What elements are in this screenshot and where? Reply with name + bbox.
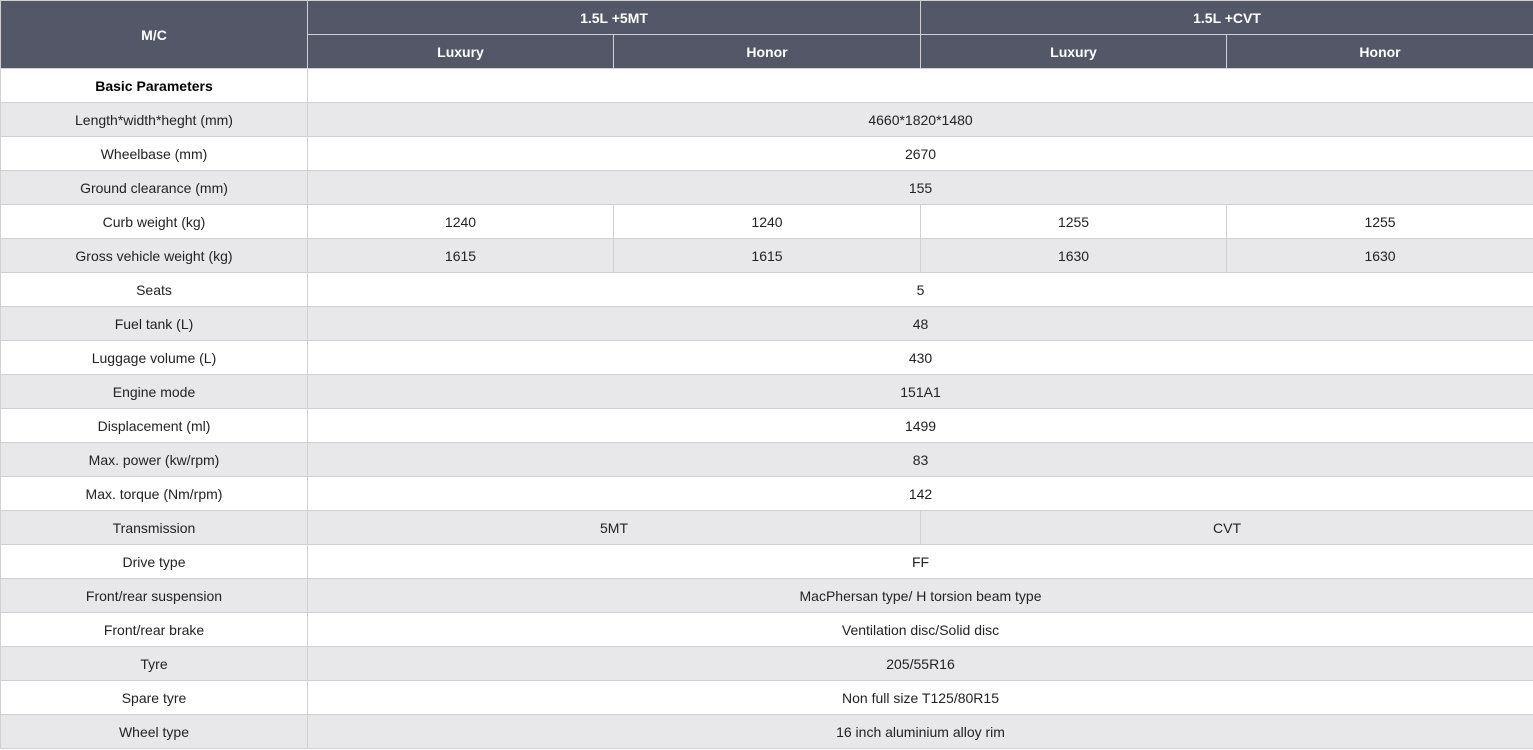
row-value-5mt-luxury: 1240 bbox=[307, 204, 614, 239]
row-value: FF bbox=[306, 544, 1533, 579]
row-label: Seats bbox=[0, 272, 308, 307]
spec-table: M/C 1.5L +5MT 1.5L +CVT Luxury Honor Lux… bbox=[0, 0, 1533, 749]
row-value: 205/55R16 bbox=[306, 646, 1533, 681]
header-row-groups: M/C 1.5L +5MT 1.5L +CVT bbox=[0, 0, 1533, 69]
row-value-cvt: CVT bbox=[920, 510, 1533, 545]
row-value-5mt-honor: 1240 bbox=[612, 204, 922, 239]
row-value: 430 bbox=[306, 340, 1533, 375]
row-value: 151A1 bbox=[306, 374, 1533, 409]
row-value: 16 inch aluminium alloy rim bbox=[306, 714, 1533, 749]
table-row-gross-weight: Gross vehicle weight (kg) 1615 1615 1630… bbox=[0, 238, 1533, 273]
table-row-seats: Seats 5 bbox=[0, 272, 1533, 307]
table-row-suspension: Front/rear suspension MacPhersan type/ H… bbox=[0, 578, 1533, 613]
row-value-cvt-honor: 1255 bbox=[1226, 204, 1533, 239]
row-label: Engine mode bbox=[0, 374, 308, 409]
table-row-spare-tyre: Spare tyre Non full size T125/80R15 bbox=[0, 680, 1533, 715]
group-header-5mt: 1.5L +5MT bbox=[306, 0, 922, 35]
table-row-curb-weight: Curb weight (kg) 1240 1240 1255 1255 bbox=[0, 204, 1533, 239]
row-label: Ground clearance (mm) bbox=[0, 170, 308, 205]
row-label: Fuel tank (L) bbox=[0, 306, 308, 341]
table-row-displacement: Displacement (ml) 1499 bbox=[0, 408, 1533, 443]
row-label: Curb weight (kg) bbox=[0, 204, 308, 239]
row-label: Transmission bbox=[0, 510, 308, 545]
row-label: Displacement (ml) bbox=[0, 408, 308, 443]
row-label: Front/rear suspension bbox=[0, 578, 308, 613]
model-header-cell: M/C bbox=[0, 0, 308, 69]
row-value-cvt-luxury: 1630 bbox=[920, 238, 1228, 273]
trim-header-5mt-luxury: Luxury bbox=[307, 34, 614, 69]
table-row-engine-mode: Engine mode 151A1 bbox=[0, 374, 1533, 409]
row-value: Non full size T125/80R15 bbox=[306, 680, 1533, 715]
row-value: 4660*1820*1480 bbox=[306, 102, 1533, 137]
row-label: Wheelbase (mm) bbox=[0, 136, 308, 171]
table-row-brake: Front/rear brake Ventilation disc/Solid … bbox=[0, 612, 1533, 647]
row-value-cvt-honor: 1630 bbox=[1226, 238, 1533, 273]
row-value-5mt: 5MT bbox=[306, 510, 922, 545]
row-label: Gross vehicle weight (kg) bbox=[0, 238, 308, 273]
row-value: 5 bbox=[306, 272, 1533, 307]
row-label: Max. torque (Nm/rpm) bbox=[0, 476, 308, 511]
table-row-wheel-type: Wheel type 16 inch aluminium alloy rim bbox=[0, 714, 1533, 749]
row-value: 1499 bbox=[306, 408, 1533, 443]
row-value: 2670 bbox=[306, 136, 1533, 171]
row-label: Drive type bbox=[0, 544, 308, 579]
row-label: Wheel type bbox=[0, 714, 308, 749]
trim-header-5mt-honor: Honor bbox=[612, 34, 922, 69]
group-header-cvt: 1.5L +CVT bbox=[920, 0, 1533, 35]
row-label: Front/rear brake bbox=[0, 612, 308, 647]
table-row-wheelbase: Wheelbase (mm) 2670 bbox=[0, 136, 1533, 171]
row-label: Spare tyre bbox=[0, 680, 308, 715]
table-row-dimensions: Length*width*heght (mm) 4660*1820*1480 bbox=[0, 102, 1533, 137]
table-row-fuel-tank: Fuel tank (L) 48 bbox=[0, 306, 1533, 341]
row-value: 155 bbox=[306, 170, 1533, 205]
trim-header-cvt-luxury: Luxury bbox=[920, 34, 1228, 69]
row-value: MacPhersan type/ H torsion beam type bbox=[306, 578, 1533, 613]
row-value: 142 bbox=[306, 476, 1533, 511]
row-label: Max. power (kw/rpm) bbox=[0, 442, 308, 477]
table-row-max-power: Max. power (kw/rpm) 83 bbox=[0, 442, 1533, 477]
spec-table-header: M/C 1.5L +5MT 1.5L +CVT Luxury Honor Lux… bbox=[0, 0, 1533, 69]
trim-header-cvt-honor: Honor bbox=[1226, 34, 1533, 69]
row-value: 83 bbox=[306, 442, 1533, 477]
row-value: Ventilation disc/Solid disc bbox=[306, 612, 1533, 647]
row-value-5mt-luxury: 1615 bbox=[307, 238, 614, 273]
row-label: Luggage volume (L) bbox=[0, 340, 308, 375]
row-label: Tyre bbox=[0, 646, 308, 681]
spec-table-body: Basic Parameters Length*width*heght (mm)… bbox=[0, 68, 1533, 749]
table-row-max-torque: Max. torque (Nm/rpm) 142 bbox=[0, 476, 1533, 511]
section-empty-cell bbox=[306, 68, 1533, 103]
table-row-ground-clearance: Ground clearance (mm) 155 bbox=[0, 170, 1533, 205]
table-row-drive-type: Drive type FF bbox=[0, 544, 1533, 579]
table-row-transmission: Transmission 5MT CVT bbox=[0, 510, 1533, 545]
row-value: 48 bbox=[306, 306, 1533, 341]
section-title: Basic Parameters bbox=[0, 68, 308, 103]
row-value-cvt-luxury: 1255 bbox=[920, 204, 1228, 239]
row-value-5mt-honor: 1615 bbox=[612, 238, 922, 273]
table-row-tyre: Tyre 205/55R16 bbox=[0, 646, 1533, 681]
table-row-luggage: Luggage volume (L) 430 bbox=[0, 340, 1533, 375]
section-row-basic-parameters: Basic Parameters bbox=[0, 68, 1533, 103]
row-label: Length*width*heght (mm) bbox=[0, 102, 308, 137]
